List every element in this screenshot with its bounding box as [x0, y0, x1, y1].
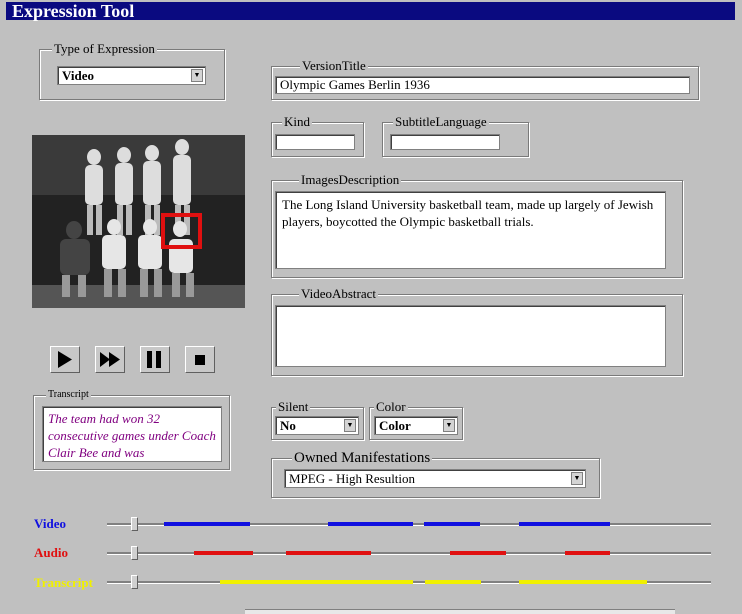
images-description-group: ImagesDescription The Long Island Univer… [271, 172, 683, 278]
video-segment [424, 522, 480, 526]
video-segment [328, 522, 413, 526]
video-abstract-label: VideoAbstract [299, 286, 379, 302]
audio-segment [565, 551, 610, 555]
chevron-down-icon[interactable]: ▼ [191, 69, 203, 82]
stop-button[interactable] [185, 346, 215, 373]
audio-track-slider[interactable] [131, 546, 138, 560]
chevron-down-icon[interactable]: ▼ [443, 419, 455, 432]
video-segment [164, 522, 250, 526]
play-button[interactable] [50, 346, 80, 373]
subtitle-language-input[interactable] [390, 134, 500, 150]
silent-label: Silent [276, 399, 311, 415]
kind-label: Kind [282, 114, 312, 130]
bottom-panel-edge [245, 609, 675, 614]
owned-manifestations-label: Owned Manifestations [292, 450, 433, 466]
audio-segment [450, 551, 506, 555]
kind-input[interactable] [275, 134, 355, 150]
owned-manifestations-select[interactable]: MPEG - High Resultion ▼ [284, 469, 586, 488]
team-photo-image [32, 135, 245, 308]
transcript-textarea[interactable]: The team had won 32 consecutive games un… [42, 406, 222, 462]
video-track-label: Video [34, 516, 67, 531]
transcript-track-slider[interactable] [131, 575, 138, 589]
pause-icon [147, 351, 161, 368]
transcript-segment [220, 580, 413, 584]
type-of-expression-select[interactable]: Video ▼ [57, 66, 206, 85]
fast-forward-button[interactable] [95, 346, 125, 373]
version-title-input[interactable]: Olympic Games Berlin 1936 [275, 76, 690, 94]
transcript-segment [425, 580, 481, 584]
transcript-group: Transcript The team had won 32 consecuti… [33, 389, 230, 470]
silent-select[interactable]: No ▼ [275, 416, 359, 435]
color-group: Color Color ▼ [369, 399, 463, 440]
video-segment [519, 522, 610, 526]
audio-segment [194, 551, 253, 555]
images-description-label: ImagesDescription [299, 172, 402, 188]
video-frame [32, 135, 245, 308]
version-title-group: VersionTitle Olympic Games Berlin 1936 [271, 58, 699, 100]
type-of-expression-value: Video [62, 68, 95, 83]
window-title: Expression Tool [6, 2, 735, 20]
stop-icon [195, 355, 205, 365]
silent-value: No [280, 418, 296, 433]
color-label: Color [374, 399, 408, 415]
version-title-label: VersionTitle [300, 58, 368, 74]
owned-manifestations-group: Owned Manifestations MPEG - High Resulti… [271, 450, 600, 498]
video-track-slider[interactable] [131, 517, 138, 531]
chevron-down-icon[interactable]: ▼ [344, 419, 356, 432]
audio-segment [286, 551, 371, 555]
transcript-track-label: Transcript [34, 575, 93, 590]
color-select[interactable]: Color ▼ [374, 416, 458, 435]
transcript-label: Transcript [46, 389, 91, 401]
silent-group: Silent No ▼ [271, 399, 364, 440]
play-icon [58, 351, 72, 368]
owned-manifestations-value: MPEG - High Resultion [289, 471, 416, 486]
type-of-expression-label: Type of Expression [52, 41, 157, 57]
kind-group: Kind [271, 114, 364, 157]
video-abstract-group: VideoAbstract [271, 286, 683, 376]
color-value: Color [379, 418, 411, 433]
audio-track-label: Audio [34, 545, 68, 560]
subtitle-language-group: SubtitleLanguage [382, 114, 529, 157]
video-abstract-textarea[interactable] [275, 305, 666, 367]
chevron-down-icon[interactable]: ▼ [571, 472, 583, 485]
images-description-textarea[interactable]: The Long Island University basketball te… [275, 191, 666, 269]
subtitle-language-label: SubtitleLanguage [393, 114, 489, 130]
pause-button[interactable] [140, 346, 170, 373]
fast-forward-icon [100, 352, 120, 367]
type-of-expression-group: Type of Expression Video ▼ [39, 41, 225, 100]
transcript-segment [519, 580, 647, 584]
